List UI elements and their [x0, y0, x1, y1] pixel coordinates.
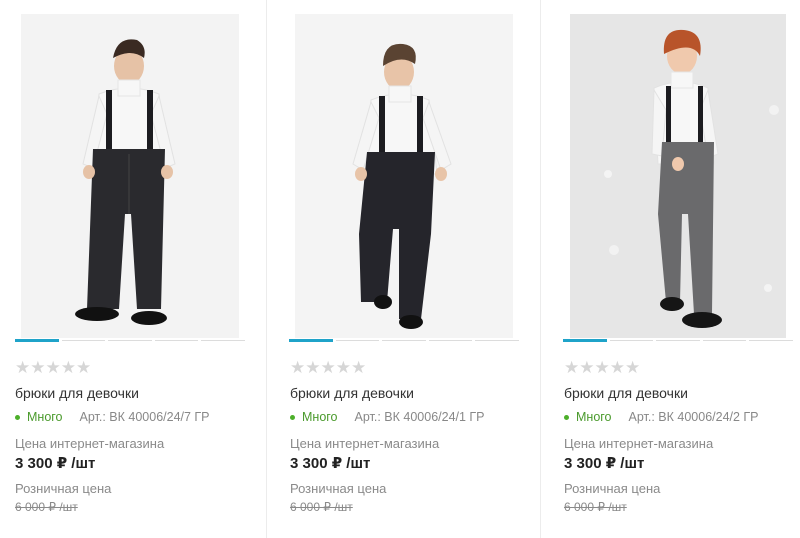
rating-stars[interactable]: ★★★★★	[15, 358, 91, 378]
retail-price-label: Розничная цена	[564, 481, 661, 496]
pants-shape	[87, 149, 165, 309]
article-number: Арт.: ВК 40006/24/2 ГР	[628, 410, 759, 424]
product-name[interactable]: брюки для девочки	[290, 384, 414, 402]
product-card[interactable]: ★★★★★ брюки для девочки Много Арт.: ВК 4…	[540, 0, 800, 538]
product-grid: ★★★★★ брюки для девочки Много Арт.: ВК 4…	[0, 0, 800, 538]
product-card[interactable]: ★★★★★ брюки для девочки Много Арт.: ВК 4…	[266, 0, 540, 538]
stock-status: Много	[302, 410, 338, 424]
old-price: 6 000 ₽ /шт	[290, 500, 353, 514]
stock-row: Много Арт.: ВК 40006/24/7 ГР	[15, 409, 210, 425]
in-stock-dot-icon	[290, 414, 295, 420]
slider-dot[interactable]	[609, 340, 654, 341]
online-price-label: Цена интернет-магазина	[564, 436, 714, 451]
retail-price-label: Розничная цена	[15, 481, 112, 496]
stock-row: Много Арт.: ВК 40006/24/1 ГР	[290, 409, 485, 425]
slider-dot[interactable]	[61, 340, 106, 341]
slider-dot[interactable]	[563, 339, 607, 342]
stock-status: Много	[27, 410, 63, 424]
product-name[interactable]: брюки для девочки	[564, 384, 688, 402]
slider-dot[interactable]	[108, 340, 152, 341]
product-name[interactable]: брюки для девочки	[15, 384, 139, 402]
product-photo[interactable]	[295, 14, 513, 338]
slider-dot[interactable]	[656, 340, 700, 341]
slider-dot[interactable]	[382, 340, 426, 341]
slider-dot[interactable]	[335, 340, 380, 341]
slider-dot[interactable]	[475, 340, 519, 341]
price: 3 300 ₽ /шт	[15, 455, 96, 472]
in-stock-dot-icon	[564, 414, 569, 420]
old-price: 6 000 ₽ /шт	[564, 500, 627, 514]
image-slider-dots[interactable]	[563, 339, 793, 342]
in-stock-dot-icon	[15, 414, 20, 420]
product-photo[interactable]	[21, 14, 239, 338]
image-slider-dots[interactable]	[15, 339, 245, 342]
online-price-label: Цена интернет-магазина	[290, 436, 440, 451]
rating-stars[interactable]: ★★★★★	[290, 358, 366, 378]
product-card[interactable]: ★★★★★ брюки для девочки Много Арт.: ВК 4…	[0, 0, 266, 538]
slider-dot[interactable]	[289, 339, 333, 342]
stock-status: Много	[576, 410, 612, 424]
pants-shape	[658, 142, 714, 314]
stock-row: Много Арт.: ВК 40006/24/2 ГР	[564, 409, 759, 425]
online-price-label: Цена интернет-магазина	[15, 436, 165, 451]
product-photo[interactable]	[570, 14, 786, 338]
retail-price-label: Розничная цена	[290, 481, 387, 496]
pants-shape	[359, 152, 435, 319]
old-price: 6 000 ₽ /шт	[15, 500, 78, 514]
slider-dot[interactable]	[15, 339, 59, 342]
article-number: Арт.: ВК 40006/24/1 ГР	[354, 410, 485, 424]
price: 3 300 ₽ /шт	[290, 455, 371, 472]
slider-dot[interactable]	[154, 340, 199, 341]
slider-dot[interactable]	[702, 340, 747, 341]
slider-dot[interactable]	[428, 340, 473, 341]
image-slider-dots[interactable]	[289, 339, 519, 342]
rating-stars[interactable]: ★★★★★	[564, 358, 640, 378]
article-number: Арт.: ВК 40006/24/7 ГР	[79, 410, 210, 424]
slider-dot[interactable]	[749, 340, 793, 341]
slider-dot[interactable]	[201, 340, 245, 341]
price: 3 300 ₽ /шт	[564, 455, 645, 472]
